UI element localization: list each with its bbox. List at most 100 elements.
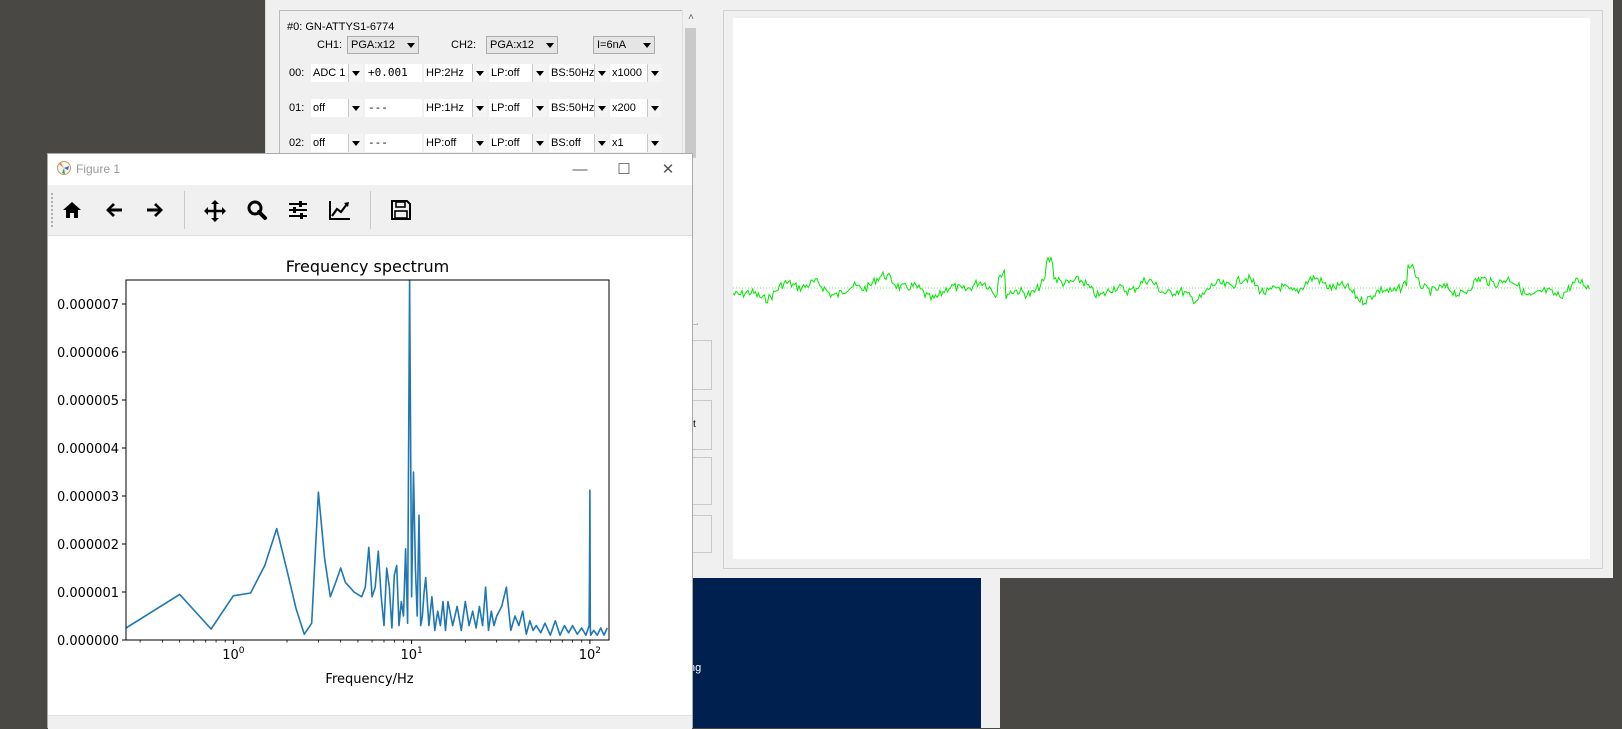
chevron-down-icon[interactable]	[647, 99, 662, 117]
maximize-icon[interactable]: ☐	[602, 154, 646, 185]
x-tick-label: 101	[400, 646, 422, 663]
configure-subplots-icon	[289, 201, 307, 219]
channel-lowpass-select[interactable]: LP:off	[489, 99, 547, 117]
save-button[interactable]	[384, 194, 418, 226]
y-tick-label: 0.000002	[57, 538, 119, 553]
x-tick-label: 100	[222, 646, 245, 663]
channel-lowpass-select-text: LP:off	[491, 67, 520, 79]
channel-source-select[interactable]: off	[311, 134, 363, 152]
edit-axis-button[interactable]	[323, 194, 357, 226]
channel-source-select[interactable]: ADC 1	[311, 64, 363, 82]
ch1-label: CH1:	[317, 39, 343, 51]
channel-value-readout: +0.001	[365, 64, 422, 82]
channel-bandstop-select[interactable]: BS:off	[549, 134, 609, 152]
channel-source-select-text: off	[313, 102, 326, 114]
channel-lowpass-select-text: LP:off	[491, 137, 520, 149]
y-tick-label: 0.000000	[57, 634, 119, 649]
channel-source-select-text: off	[313, 137, 326, 149]
chevron-down-icon[interactable]	[348, 64, 363, 82]
chart-title: Frequency spectrum	[286, 257, 449, 276]
channel-bandstop-select-text: BS:50Hz	[551, 102, 595, 114]
channel-lowpass-select[interactable]: LP:off	[489, 134, 547, 152]
scroll-up-icon[interactable]: ˄	[683, 12, 699, 23]
zoom-button[interactable]	[240, 194, 274, 226]
chevron-down-icon	[640, 37, 654, 53]
y-tick-label: 0.000006	[57, 346, 119, 361]
chevron-down-icon[interactable]	[348, 134, 363, 152]
pan-button[interactable]	[198, 194, 232, 226]
channel-number-text: 01:	[289, 102, 305, 114]
chevron-down-icon[interactable]	[594, 99, 609, 117]
chevron-down-icon[interactable]	[594, 64, 609, 82]
realtime-plot-area	[732, 18, 1590, 559]
chevron-down-icon[interactable]	[472, 99, 487, 117]
chevron-down-icon[interactable]	[647, 64, 662, 82]
realtime-trace-plot	[732, 255, 1590, 306]
chevron-down-icon[interactable]	[532, 134, 547, 152]
channel-gain-select-text: x1000	[612, 67, 642, 79]
chevron-down-icon[interactable]	[472, 64, 487, 82]
channel-number: 01:	[289, 102, 304, 114]
matplotlib-logo-icon	[56, 160, 72, 181]
y-tick-label: 0.000004	[57, 442, 119, 457]
back-button[interactable]	[97, 194, 131, 226]
close-icon[interactable]: ✕	[646, 154, 690, 185]
gray-strip	[981, 578, 1000, 728]
channel-gain-select[interactable]: x1000	[610, 64, 662, 82]
chevron-down-icon[interactable]	[532, 64, 547, 82]
chevron-down-icon[interactable]	[647, 134, 662, 152]
channel-highpass-select-text: HP:2Hz	[426, 67, 464, 79]
channel-gain-select[interactable]: x200	[610, 99, 662, 117]
scrollbar-thumb[interactable]	[685, 28, 696, 158]
channel-number: 02:	[289, 137, 304, 149]
channel-value-readout: ---	[365, 134, 422, 152]
x-tick-label: 102	[579, 646, 601, 663]
navy-panel: ng	[688, 578, 981, 728]
channel-lowpass-select-text: LP:off	[491, 102, 520, 114]
channel-number-text: 02:	[289, 137, 305, 149]
channel-number-text: 00:	[289, 67, 305, 79]
y-tick-label: 0.000007	[57, 298, 119, 313]
channel-highpass-select[interactable]: HP:off	[424, 134, 487, 152]
chevron-down-icon	[404, 37, 418, 53]
ch2-pga-select[interactable]: PGA:x12	[486, 36, 558, 54]
home-icon	[63, 202, 81, 218]
spectrum-line	[125, 279, 608, 637]
minimize-icon[interactable]: —	[558, 154, 602, 185]
channel-highpass-select[interactable]: HP:1Hz	[424, 99, 487, 117]
chevron-down-icon[interactable]	[472, 134, 487, 152]
current-value: I=6nA	[597, 39, 627, 51]
figure-window: Figure 1 — ☐ ✕ Frequency spectrum 0.0000…	[47, 153, 693, 729]
chevron-down-icon[interactable]	[532, 99, 547, 117]
y-tick-label: 0.000005	[57, 394, 119, 409]
back-arrow-icon	[106, 203, 122, 217]
channel-bandstop-select[interactable]: BS:50Hz	[549, 64, 609, 82]
channel-lowpass-select[interactable]: LP:off	[489, 64, 547, 82]
figure-canvas[interactable]: Frequency spectrum 0.000000 0.000001 0.0000…	[48, 236, 692, 705]
figure-titlebar[interactable]: Figure 1 — ☐ ✕	[48, 154, 692, 185]
channel-gain-select[interactable]: x1	[610, 134, 662, 152]
chevron-down-icon	[543, 37, 557, 53]
forward-arrow-icon	[147, 203, 163, 217]
pan-icon	[204, 200, 226, 222]
channel-value-readout-text: ---	[368, 136, 388, 149]
edit-axis-icon	[329, 201, 350, 220]
configure-subplots-button[interactable]	[281, 194, 315, 226]
channel-number: 00:	[289, 67, 304, 79]
channel-highpass-select-text: HP:1Hz	[426, 102, 464, 114]
channel-source-select[interactable]: off	[311, 99, 363, 117]
channel-bandstop-select-text: BS:off	[551, 137, 581, 149]
chevron-down-icon[interactable]	[348, 99, 363, 117]
chevron-down-icon[interactable]	[594, 134, 609, 152]
current-select[interactable]: I=6nA	[593, 36, 655, 54]
channel-bandstop-select[interactable]: BS:50Hz	[549, 99, 609, 117]
channel-value-readout: ---	[365, 99, 422, 117]
forward-button[interactable]	[138, 194, 172, 226]
figure-statusbar	[48, 715, 692, 729]
channel-highpass-select-text: HP:off	[426, 137, 457, 149]
ch1-pga-select[interactable]: PGA:x12	[347, 36, 419, 54]
channel-highpass-select[interactable]: HP:2Hz	[424, 64, 487, 82]
home-button[interactable]	[55, 194, 89, 226]
save-icon	[391, 200, 411, 220]
x-axis-label: Frequency/Hz	[325, 672, 413, 687]
